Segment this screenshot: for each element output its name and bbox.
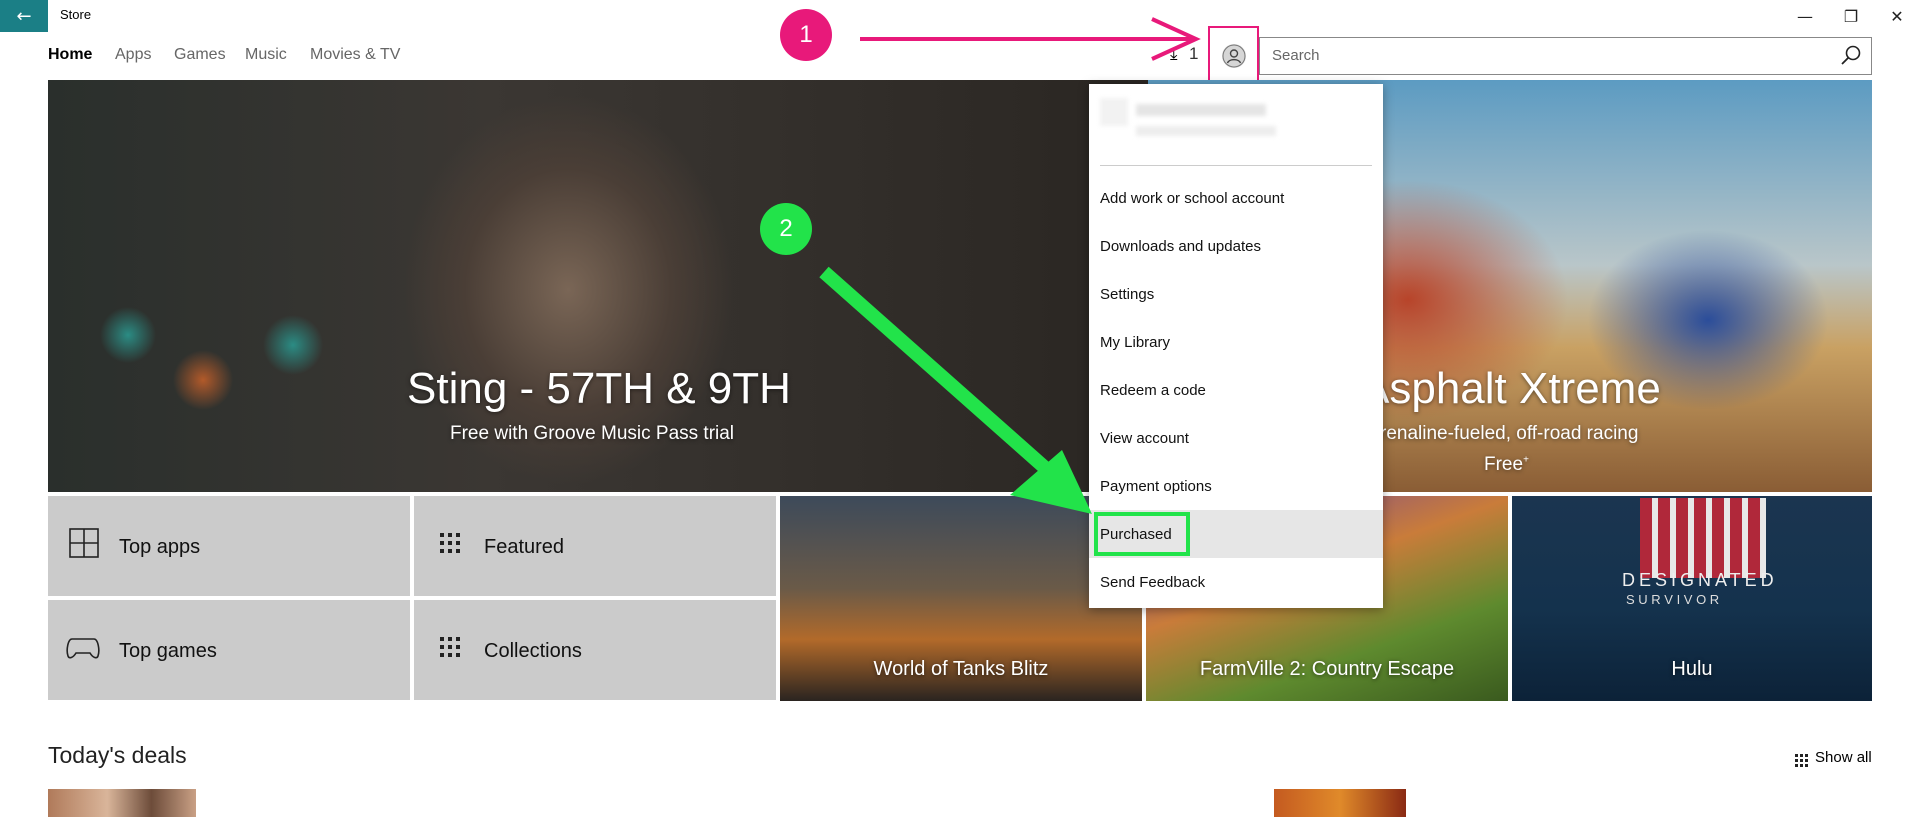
annotation-arrows — [819, 17, 1201, 514]
annotation-step-1: 1 — [780, 9, 832, 61]
annotation-step-2: 2 — [760, 203, 812, 255]
deal-thumbnail[interactable] — [1274, 789, 1406, 817]
annotation-arrow-green — [819, 266, 1092, 514]
annotation-arrow-pink — [860, 17, 1201, 61]
deals-section-title: Today's deals — [48, 742, 187, 768]
deal-thumbnail[interactable] — [48, 789, 196, 817]
grid-icon — [1795, 752, 1808, 771]
show-all-link[interactable]: Show all — [1815, 749, 1872, 766]
